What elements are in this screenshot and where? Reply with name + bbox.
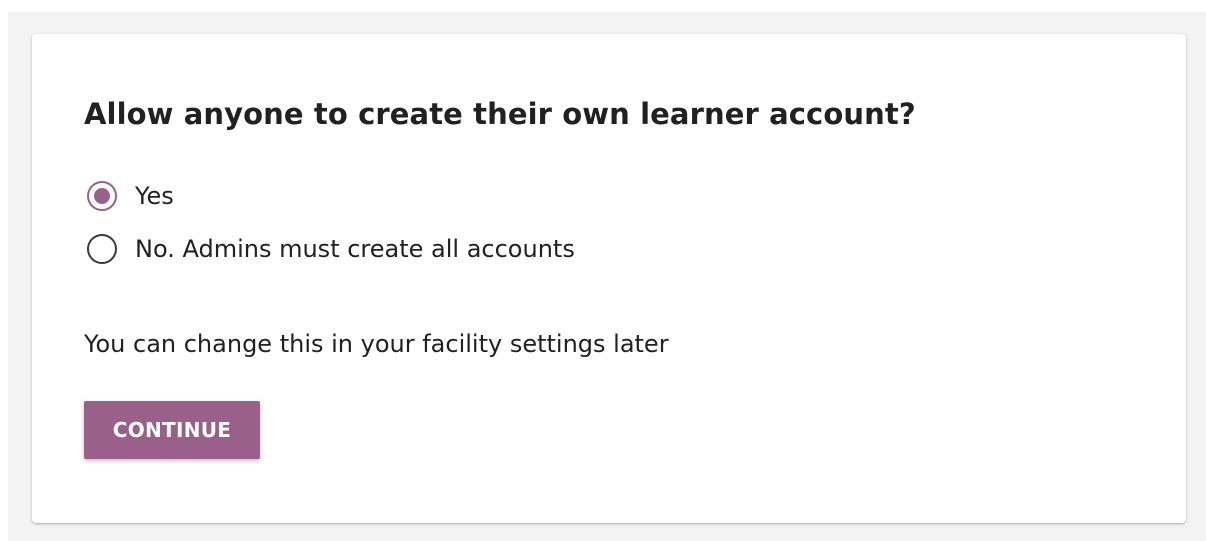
option-yes[interactable]: Yes <box>84 174 1134 218</box>
continue-button[interactable]: CONTINUE <box>84 401 260 459</box>
setup-card: Allow anyone to create their own learner… <box>32 34 1186 523</box>
radio-button-unselected-icon[interactable] <box>87 234 117 264</box>
option-no[interactable]: No. Admins must create all accounts <box>84 227 1134 271</box>
question-heading: Allow anyone to create their own learner… <box>84 97 916 131</box>
radio-group: Yes No. Admins must create all accounts <box>84 174 1134 271</box>
option-no-label[interactable]: No. Admins must create all accounts <box>135 234 575 264</box>
radio-button-selected-icon[interactable] <box>87 181 117 211</box>
option-yes-label[interactable]: Yes <box>135 181 174 211</box>
settings-hint: You can change this in your facility set… <box>84 330 669 358</box>
